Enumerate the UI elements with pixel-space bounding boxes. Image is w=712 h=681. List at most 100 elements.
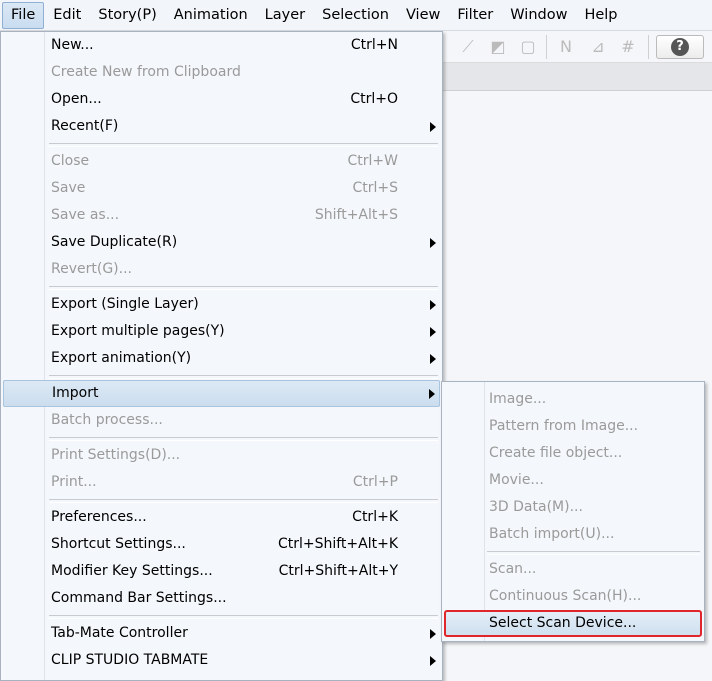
menu-help[interactable]: Help	[576, 2, 625, 29]
menu-separator	[1, 140, 442, 148]
shortcut-label: Ctrl+W	[347, 153, 398, 169]
menu-item-batch-process[interactable]: Batch process...	[1, 407, 442, 434]
menu-filter[interactable]: Filter	[449, 2, 501, 29]
submenu-arrow-icon	[430, 656, 436, 666]
menu-item-new[interactable]: New... Ctrl+N	[1, 32, 442, 59]
menu-item-select-scan-device[interactable]: Select Scan Device...	[444, 610, 702, 637]
command-bar-area	[442, 63, 712, 91]
ruler-icon[interactable]: N	[556, 37, 576, 57]
fill-selection-icon[interactable]: ◩	[488, 37, 508, 57]
menu-item-tab-mate-controller[interactable]: Tab-Mate Controller	[1, 620, 442, 647]
menu-item-label: Recent(F)	[51, 118, 119, 134]
menu-item-label: Scan...	[489, 561, 537, 577]
menu-item-label: Image...	[489, 391, 547, 407]
menu-item-label: Tab-Mate Controller	[51, 625, 188, 641]
menu-edit[interactable]: Edit	[45, 2, 89, 29]
menu-item-label: Command Bar Settings...	[51, 590, 227, 606]
shortcut-label: Ctrl+S	[352, 180, 398, 196]
menu-item-label: Export animation(Y)	[51, 350, 192, 366]
menu-separator	[1, 372, 442, 380]
submenu-arrow-icon	[430, 300, 436, 310]
shortcut-label: Shift+Alt+S	[314, 207, 398, 223]
menu-item-close[interactable]: Close Ctrl+W	[1, 148, 442, 175]
menu-item-label: CLIP STUDIO TABMATE	[51, 652, 209, 668]
menu-animation[interactable]: Animation	[166, 2, 256, 29]
menu-window[interactable]: Window	[502, 2, 575, 29]
submenu-arrow-icon	[430, 238, 436, 248]
menu-item-command-bar-settings[interactable]: Command Bar Settings...	[1, 585, 442, 612]
menu-item-image[interactable]: Image...	[442, 386, 704, 413]
menu-item-continuous-scan-h[interactable]: Continuous Scan(H)...	[442, 583, 704, 610]
menu-item-label: Import	[52, 385, 99, 401]
menu-item-create-file-object[interactable]: Create file object...	[442, 440, 704, 467]
menu-item-label: Create file object...	[489, 445, 623, 461]
menu-item-open[interactable]: Open... Ctrl+O	[1, 86, 442, 113]
menu-item-label: Print...	[51, 474, 97, 490]
submenu-arrow-icon	[430, 327, 436, 337]
menu-item-save-duplicate-r[interactable]: Save Duplicate(R)	[1, 229, 442, 256]
menu-item-export-animation-y[interactable]: Export animation(Y)	[1, 345, 442, 372]
menu-item-print[interactable]: Print... Ctrl+P	[1, 469, 442, 496]
menu-item-pattern-from-image[interactable]: Pattern from Image...	[442, 413, 704, 440]
help-button[interactable]: ?	[656, 35, 704, 59]
menu-item-label: Select Scan Device...	[489, 615, 637, 631]
shortcut-label: Ctrl+Shift+Alt+Y	[278, 563, 398, 579]
menu-item-create-new-from-clipboard[interactable]: Create New from Clipboard	[1, 59, 442, 86]
menu-item-label: Batch process...	[51, 412, 163, 428]
file-menu: New... Ctrl+N Create New from Clipboard Ope…	[0, 31, 443, 681]
menu-item-label: Save Duplicate(R)	[51, 234, 178, 250]
menu-item-label: Shortcut Settings...	[51, 536, 186, 552]
menu-item-movie[interactable]: Movie...	[442, 467, 704, 494]
menu-item-label: New...	[51, 37, 94, 53]
menu-item-export-single-layer[interactable]: Export (Single Layer)	[1, 291, 442, 318]
import-submenu: Image... Pattern from Image... Create file…	[441, 381, 705, 642]
menu-item-batch-import-u[interactable]: Batch import(U)...	[442, 521, 704, 548]
shortcut-label: Ctrl+Shift+Alt+K	[277, 536, 398, 552]
shortcut-label: Ctrl+O	[350, 91, 398, 107]
menu-item-shortcut-settings[interactable]: Shortcut Settings... Ctrl+Shift+Alt+K	[1, 531, 442, 558]
menu-item-label: Save	[51, 180, 86, 196]
menu-item-label: Revert(G)...	[51, 261, 132, 277]
menu-layer[interactable]: Layer	[257, 2, 313, 29]
menu-item-save[interactable]: Save Ctrl+S	[1, 175, 442, 202]
menu-item-label: Movie...	[489, 472, 544, 488]
menu-view[interactable]: View	[398, 2, 448, 29]
menu-item-clip-studio-tabmate[interactable]: CLIP STUDIO TABMATE	[1, 647, 442, 674]
menu-selection[interactable]: Selection	[314, 2, 397, 29]
menu-item-save-as[interactable]: Save as... Shift+Alt+S	[1, 202, 442, 229]
menu-item-label: Create New from Clipboard	[51, 64, 241, 80]
menu-item-3d-data-m[interactable]: 3D Data(M)...	[442, 494, 704, 521]
menu-item-print-settings-d[interactable]: Print Settings(D)...	[1, 442, 442, 469]
menu-item-label: Close	[51, 153, 90, 169]
perspective-ruler-icon[interactable]: ⊿	[588, 37, 608, 57]
menu-item-label: 3D Data(M)...	[489, 499, 583, 515]
menu-bar: File Edit Story(P) Animation Layer Selection V…	[0, 0, 712, 31]
menu-item-preferences[interactable]: Preferences... Ctrl+K	[1, 504, 442, 531]
select-all-icon[interactable]: ▢	[518, 37, 538, 57]
menu-item-label: Open...	[51, 91, 102, 107]
menu-separator	[442, 548, 704, 556]
menu-item-label: Export (Single Layer)	[51, 296, 199, 312]
grid-ruler-icon[interactable]: #	[618, 37, 638, 57]
menu-item-import[interactable]: Import	[3, 380, 440, 407]
menu-story-p[interactable]: Story(P)	[90, 2, 164, 29]
submenu-arrow-icon	[430, 629, 436, 639]
selection-tool-icon[interactable]: ⟋	[458, 37, 478, 57]
menu-item-label: Print Settings(D)...	[51, 447, 181, 463]
menu-file[interactable]: File	[2, 1, 45, 29]
shortcut-label: Ctrl+K	[352, 509, 398, 525]
menu-item-export-multiple-pages-y[interactable]: Export multiple pages(Y)	[1, 318, 442, 345]
menu-separator	[1, 496, 442, 504]
menu-item-label: Continuous Scan(H)...	[489, 588, 642, 604]
menu-item-label: Preferences...	[51, 509, 147, 525]
menu-item-recent-f[interactable]: Recent(F)	[1, 113, 442, 140]
submenu-arrow-icon	[430, 354, 436, 364]
menu-item-modifier-key-settings[interactable]: Modifier Key Settings... Ctrl+Shift+Alt+Y	[1, 558, 442, 585]
menu-item-revert-g[interactable]: Revert(G)...	[1, 256, 442, 283]
menu-item-scan[interactable]: Scan...	[442, 556, 704, 583]
menu-separator	[1, 283, 442, 291]
menu-separator	[1, 612, 442, 620]
menu-item-label: Export multiple pages(Y)	[51, 323, 225, 339]
menu-item-label: Pattern from Image...	[489, 418, 639, 434]
shortcut-label: Ctrl+N	[350, 37, 398, 53]
